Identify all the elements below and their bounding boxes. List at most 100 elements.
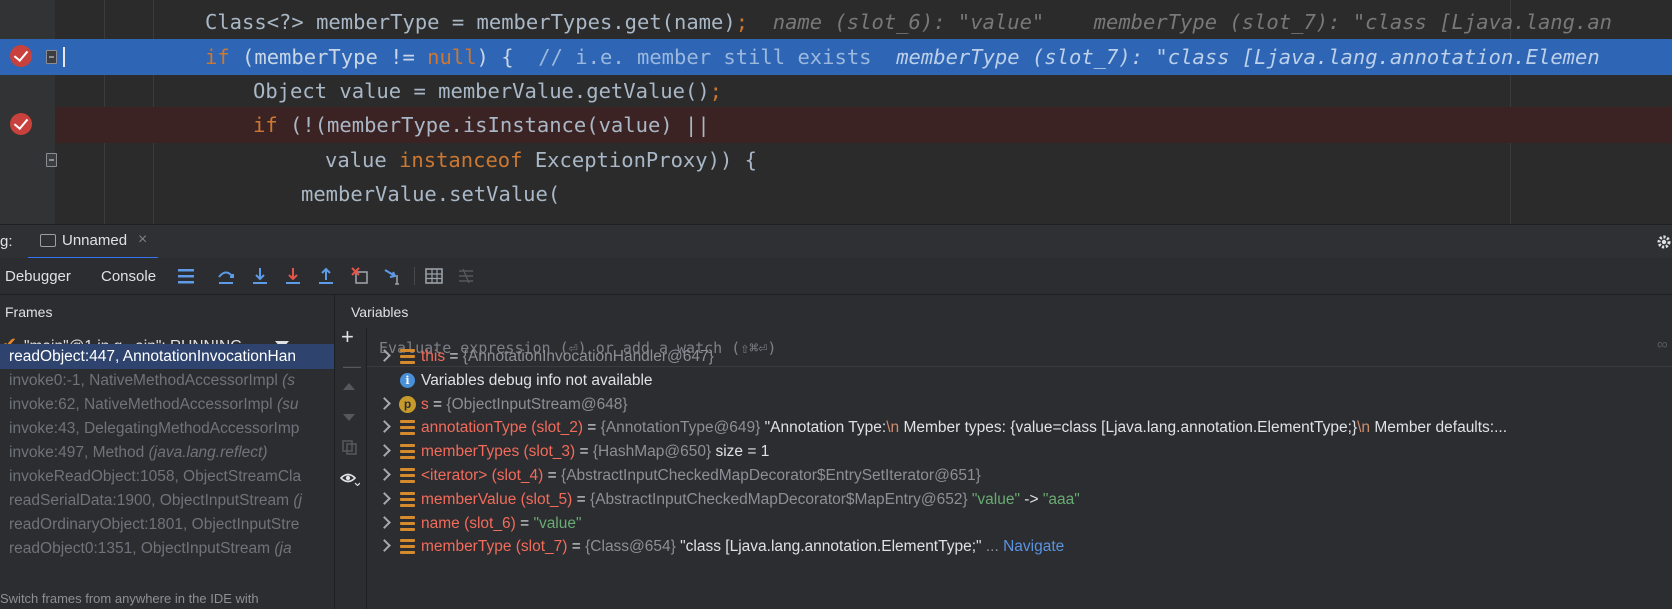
variable-text: s = {ObjectInputStream@648} <box>421 392 628 417</box>
frame-method: invoke0:-1, NativeMethodAccessorImpl <box>9 372 283 389</box>
variable-row[interactable]: <iterator> (slot_4) = {AbstractInputChec… <box>367 463 1672 488</box>
variable-value: -> <box>1020 490 1043 508</box>
field-icon <box>400 491 415 507</box>
tab-debugger[interactable]: Debugger <box>5 268 71 285</box>
chevron-right-icon[interactable] <box>378 444 391 458</box>
text-caret <box>63 47 65 67</box>
variable-value: ... <box>981 538 1004 556</box>
variable-equals: = <box>572 490 591 508</box>
field-icon <box>400 539 415 555</box>
frames-hint: Switch frames from anywhere in the IDE w… <box>0 591 259 606</box>
frame-item[interactable]: readObject0:1351, ObjectInputStream (ja <box>0 536 334 561</box>
run-to-cursor-icon[interactable] <box>383 266 403 286</box>
variable-row[interactable]: memberTypes (slot_3) = {HashMap@650} siz… <box>367 439 1672 464</box>
remove-watch-icon[interactable]: — <box>343 356 361 377</box>
code-line-content: memberValue.setValue( <box>301 176 560 212</box>
fold-icon[interactable] <box>46 50 57 64</box>
variables-header: Variables <box>351 304 409 320</box>
chevron-right-icon[interactable] <box>378 396 391 410</box>
code-line[interactable]: Object value = memberValue.getValue(); <box>0 73 1672 109</box>
code-token: if <box>253 113 291 137</box>
variable-row[interactable]: i Variables debug info not available <box>367 368 1672 393</box>
frame-method: invoke:62, NativeMethodAccessorImpl <box>9 396 277 413</box>
field-icon <box>400 420 415 436</box>
code-token: (!(memberType.isInstance(value) || <box>290 113 710 137</box>
code-token: ; <box>735 10 749 34</box>
evaluate-expression-icon[interactable] <box>424 266 444 286</box>
frame-item[interactable]: readObject:447, AnnotationInvocationHan <box>0 344 334 369</box>
chevron-right-icon[interactable] <box>378 468 391 481</box>
variable-name: <iterator> (slot_4) <box>421 467 544 484</box>
code-line[interactable]: memberValue.setValue( <box>0 176 1672 212</box>
chevron-right-icon[interactable] <box>378 491 391 505</box>
variable-type: {HashMap@650} <box>592 443 712 461</box>
variable-type: {AbstractInputCheckedMapDecorator$EntryS… <box>561 467 981 484</box>
variable-row[interactable]: memberValue (slot_5) = {AbstractInputChe… <box>367 487 1672 512</box>
step-over-icon[interactable] <box>216 266 236 286</box>
chevron-right-icon[interactable] <box>378 539 391 553</box>
variable-row[interactable]: this = {AnnotationInvocationHandler@647} <box>367 344 1672 369</box>
code-line[interactable]: Class<?> memberType = memberTypes.get(na… <box>0 4 1672 40</box>
add-watch-icon[interactable]: + <box>341 324 354 350</box>
chevron-right-icon[interactable] <box>378 349 391 362</box>
variable-equals: = <box>575 443 593 461</box>
trace-icon[interactable] <box>456 266 476 286</box>
frame-item[interactable]: readOrdinaryObject:1801, ObjectInputStre <box>0 512 334 537</box>
chevron-right-icon[interactable] <box>378 515 391 529</box>
chevron-right-icon[interactable] <box>378 420 391 434</box>
code-line-breakpoint[interactable]: if (!(memberType.isInstance(value) || <box>55 107 1672 143</box>
parameter-icon: p <box>399 395 416 413</box>
variable-name: memberValue (slot_5) <box>421 490 573 508</box>
gear-icon[interactable] <box>1656 234 1672 250</box>
code-token: memberValue.setValue( <box>301 182 561 206</box>
breakpoint-icon[interactable] <box>10 113 32 135</box>
variable-text: annotationType (slot_2) = {AnnotationTyp… <box>421 415 1507 440</box>
variable-row[interactable]: p s = {ObjectInputStream@648} <box>367 392 1672 417</box>
variable-row[interactable]: name (slot_6) = "value" <box>367 511 1672 536</box>
variable-text: name (slot_6) = "value" <box>421 511 582 536</box>
fold-icon[interactable] <box>46 153 57 167</box>
code-editor[interactable]: Class<?> memberType = memberTypes.get(na… <box>0 0 1672 224</box>
debugger-toolbar: Debugger Console <box>0 258 1672 295</box>
eye-icon[interactable] <box>340 472 360 486</box>
tab-console[interactable]: Console <box>101 268 156 285</box>
frame-item[interactable]: invokeReadObject:1058, ObjectStreamCla <box>0 464 334 489</box>
code-token: ExceptionProxy)) { <box>534 148 757 172</box>
info-icon: i <box>400 372 415 388</box>
frame-item[interactable]: invoke:43, DelegatingMethodAccessorImp <box>0 416 334 441</box>
code-line-content: if (!(memberType.isInstance(value) || <box>253 107 710 143</box>
frame-item[interactable]: invoke:497, Method (java.lang.reflect) <box>0 440 334 465</box>
code-token: ) { <box>476 45 539 69</box>
code-line[interactable]: value instanceof ExceptionProxy)) { <box>0 142 1672 178</box>
frame-item[interactable]: readSerialData:1900, ObjectInputStream (… <box>0 488 334 513</box>
frame-package: (java.lang.reflect) <box>148 444 268 461</box>
layout-icon[interactable] <box>176 266 196 286</box>
frame-item[interactable]: invoke0:-1, NativeMethodAccessorImpl (s <box>0 368 334 393</box>
move-down-icon[interactable] <box>343 414 355 421</box>
close-icon[interactable]: × <box>138 231 147 249</box>
force-step-into-icon[interactable] <box>283 266 303 286</box>
move-up-icon[interactable] <box>343 383 355 390</box>
step-out-icon[interactable] <box>316 266 336 286</box>
frame-package: (j <box>293 492 302 509</box>
breakpoint-icon[interactable] <box>10 45 32 67</box>
variable-name: this <box>421 348 446 365</box>
code-token: null <box>427 45 477 69</box>
code-line-content: Class<?> memberType = memberTypes.get(na… <box>205 4 1612 40</box>
code-line-content: value instanceof ExceptionProxy)) { <box>325 142 757 178</box>
navigate-link[interactable]: Navigate <box>1003 538 1064 555</box>
tab-session[interactable]: Unnamed × <box>28 225 158 259</box>
frame-method: readOrdinaryObject:1801, ObjectInputStre <box>9 516 300 533</box>
copy-icon[interactable] <box>342 440 357 455</box>
step-into-icon[interactable] <box>250 266 270 286</box>
variable-row[interactable]: memberType (slot_7) = {Class@654} "class… <box>367 534 1672 559</box>
frame-item[interactable]: invoke:62, NativeMethodAccessorImpl (su <box>0 392 334 417</box>
toolbar-separator <box>414 267 415 285</box>
variable-type: {AbstractInputCheckedMapDecorator$MapEnt… <box>590 490 968 508</box>
variable-text: this = {AnnotationInvocationHandler@647} <box>421 344 714 369</box>
variable-row[interactable]: annotationType (slot_2) = {AnnotationTyp… <box>367 415 1672 440</box>
drop-frame-icon[interactable] <box>350 266 370 286</box>
pane-divider[interactable] <box>334 295 335 328</box>
variable-type: {ObjectInputStream@648} <box>446 395 628 413</box>
code-line-execution-point[interactable]: if (memberType != null) { // i.e. member… <box>0 39 1672 75</box>
